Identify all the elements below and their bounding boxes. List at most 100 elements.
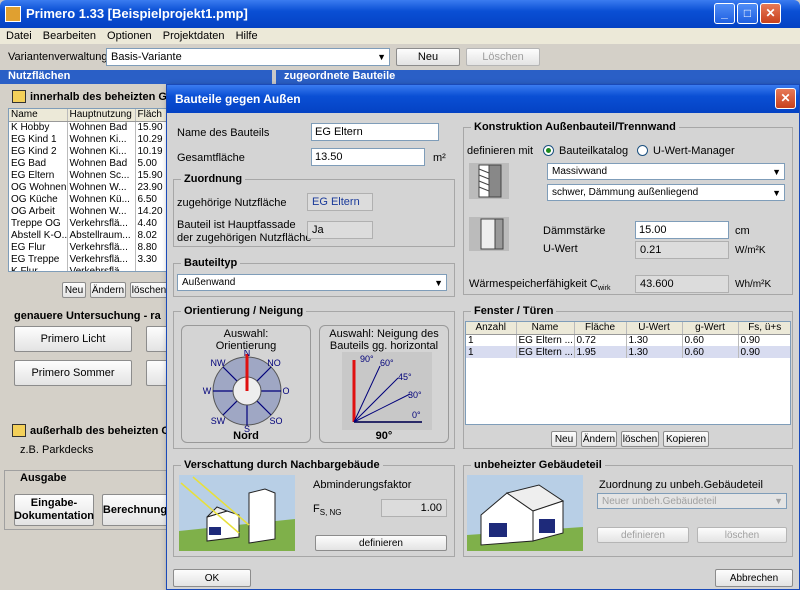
minimize-button[interactable]: _ — [714, 3, 735, 24]
chevron-down-icon: ▼ — [774, 496, 783, 506]
fcol-gwert[interactable]: g-Wert — [682, 322, 739, 335]
table-cell: Wohnen W... — [67, 181, 136, 193]
col-flaeche[interactable]: Fläch — [135, 109, 167, 122]
compass-icon[interactable]: N NO O SO S SW W NW — [202, 350, 292, 432]
dialog: Bauteile gegen Außen ✕ Name des Bauteils… — [166, 84, 800, 590]
table-cell: EG Kind 1 — [9, 133, 68, 145]
main-title: Primero 1.33 [Beispielprojekt1.pmp] — [26, 6, 248, 21]
menu-bearbeiten[interactable]: Bearbeiten — [43, 30, 96, 42]
fenster-new-button[interactable]: Neu — [551, 431, 577, 447]
fenster-row[interactable]: 1 EG Eltern ... 0.72 1.30 0.60 0.90 — [466, 334, 790, 346]
name-input[interactable]: EG Eltern — [311, 123, 439, 141]
radio-uwert-label: U-Wert-Manager — [653, 145, 735, 157]
compass-sw[interactable]: SW — [211, 416, 226, 426]
table-row[interactable]: OG Arbeit Wohnen W... 14.20 — [9, 205, 167, 217]
maximize-button[interactable]: □ — [737, 3, 758, 24]
variant-delete-button[interactable]: Löschen — [466, 48, 540, 66]
nf-new-button[interactable]: Neu — [62, 282, 86, 298]
unbeh-loeschen-button[interactable]: löschen — [697, 527, 787, 543]
compass-o[interactable]: O — [282, 386, 289, 396]
unbeh-select[interactable]: Neuer unbeh.Gebäudeteil ▼ — [597, 493, 787, 509]
verschattung-definieren-button[interactable]: definieren — [315, 535, 447, 551]
angle-90[interactable]: 90° — [360, 354, 374, 364]
waerme-unit: Wh/m²K — [735, 279, 772, 290]
menu-optionen[interactable]: Optionen — [107, 30, 152, 42]
angle-60[interactable]: 60° — [380, 358, 394, 368]
unbeh-definieren-button[interactable]: definieren — [597, 527, 689, 543]
parkdecks-label: z.B. Parkdecks — [20, 444, 94, 456]
fcol-flaeche[interactable]: Fläche — [574, 322, 627, 335]
dialog-close-button[interactable]: ✕ — [775, 88, 796, 109]
table-cell: Verkehrsflä... — [67, 265, 136, 271]
compass-so[interactable]: SO — [269, 416, 282, 426]
berechnung-button[interactable]: Berechnung — [102, 494, 168, 526]
primero-sommer-button[interactable]: Primero Sommer — [14, 360, 132, 386]
ok-button[interactable]: OK — [173, 569, 251, 587]
menubar: Datei Bearbeiten Optionen Projektdaten H… — [0, 28, 800, 44]
compass-no[interactable]: NO — [267, 358, 281, 368]
fenster-copy-button[interactable]: Kopieren — [663, 431, 709, 447]
table-row[interactable]: EG Bad Wohnen Bad 5.00 — [9, 157, 167, 169]
abmind-label: Abminderungsfaktor — [313, 479, 412, 491]
menu-projektdaten[interactable]: Projektdaten — [163, 30, 225, 42]
fcol-uwert[interactable]: U-Wert — [626, 322, 683, 335]
fenster-row[interactable]: 1 EG Eltern ... 1.95 1.30 0.60 0.90 — [466, 346, 790, 358]
fenster-edit-button[interactable]: Ändern — [581, 431, 617, 447]
fassade-label: Bauteil ist Hauptfassade der zugehörigen… — [177, 219, 312, 244]
menu-datei[interactable]: Datei — [6, 30, 32, 42]
fcol-name[interactable]: Name — [516, 322, 575, 335]
compass-nw[interactable]: NW — [211, 358, 226, 368]
table-cell: 3.30 — [135, 253, 167, 265]
table-row[interactable]: K Hobby Wohnen Bad 15.90 — [9, 121, 167, 133]
close-button[interactable]: ✕ — [760, 3, 781, 24]
nf-delete-button[interactable]: löschen — [130, 282, 168, 298]
table-cell: Wohnen Ki... — [67, 145, 136, 157]
bauteiltyp-select[interactable]: Außenwand ▼ — [177, 274, 447, 291]
fcol-anzahl[interactable]: Anzahl — [466, 322, 517, 335]
angle-45[interactable]: 45° — [398, 372, 412, 382]
konstruktion-select-1[interactable]: Massivwand ▼ — [547, 163, 785, 180]
angle-30[interactable]: 30° — [408, 390, 422, 400]
radio-bauteilkatalog[interactable] — [543, 145, 554, 156]
table-row[interactable]: EG Treppe Verkehrsflä... 3.30 — [9, 253, 167, 265]
compass-w[interactable]: W — [203, 386, 212, 396]
fenster-cell: 0.90 — [738, 334, 790, 346]
app-icon — [5, 6, 21, 22]
table-cell: 15.90 — [135, 169, 167, 181]
eingabe-dokumentation-button[interactable]: Eingabe- Dokumentation — [14, 494, 94, 526]
variant-new-button[interactable]: Neu — [396, 48, 460, 66]
table-row[interactable]: EG Eltern Wohnen Sc... 15.90 — [9, 169, 167, 181]
variant-select[interactable]: Basis-Variante ▼ — [106, 48, 390, 66]
primero-licht-button[interactable]: Primero Licht — [14, 326, 132, 352]
col-hauptnutzung[interactable]: Hauptnutzung — [67, 109, 136, 122]
abbrechen-button[interactable]: Abbrechen — [715, 569, 793, 587]
table-row[interactable]: OG Wohnen Wohnen W... 23.90 — [9, 181, 167, 193]
konstruktion-select-2[interactable]: schwer, Dämmung außenliegend ▼ — [547, 184, 785, 201]
nf-edit-button[interactable]: Ändern — [90, 282, 126, 298]
daemm-label: Dämmstärke — [543, 225, 606, 237]
neigung-icon[interactable]: 90° 60° 45° 30° 0° — [342, 352, 432, 430]
wall-icon — [469, 163, 509, 199]
chevron-down-icon: ▼ — [434, 277, 443, 288]
compass-n[interactable]: N — [244, 350, 251, 358]
table-row[interactable]: K Flur Verkehrsflä... — [9, 265, 167, 271]
angle-0[interactable]: 0° — [412, 410, 421, 420]
flaeche-input[interactable]: 13.50 — [311, 148, 425, 166]
fenster-delete-button[interactable]: löschen — [621, 431, 659, 447]
table-cell: OG Küche — [9, 193, 68, 205]
table-row[interactable]: OG Küche Wohnen Kü... 6.50 — [9, 193, 167, 205]
table-row[interactable]: Abstell K-O... Abstellraum... 8.02 — [9, 229, 167, 241]
daemm-unit: cm — [735, 225, 750, 237]
menu-hilfe[interactable]: Hilfe — [236, 30, 258, 42]
fenster-cell: 1 — [466, 334, 517, 346]
daemm-input[interactable]: 15.00 — [635, 221, 729, 239]
fcol-fs[interactable]: Fs, ü+s — [738, 322, 790, 335]
table-cell: K Flur — [9, 265, 68, 271]
col-name[interactable]: Name — [9, 109, 68, 122]
radio-uwert-manager[interactable] — [637, 145, 648, 156]
table-row[interactable]: EG Kind 1 Wohnen Ki... 10.29 — [9, 133, 167, 145]
table-cell: Abstell K-O... — [9, 229, 68, 241]
table-row[interactable]: EG Flur Verkehrsflä... 8.80 — [9, 241, 167, 253]
table-row[interactable]: EG Kind 2 Wohnen Ki... 10.19 — [9, 145, 167, 157]
table-row[interactable]: Treppe OG Verkehrsflä... 4.40 — [9, 217, 167, 229]
